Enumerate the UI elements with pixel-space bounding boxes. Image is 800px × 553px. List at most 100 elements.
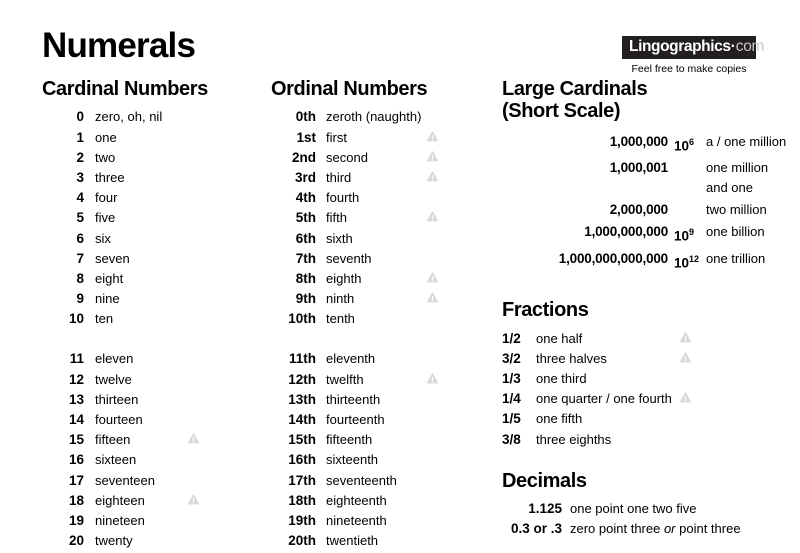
numeral-word: second <box>326 149 368 165</box>
numeral-figure: 20th <box>288 533 316 549</box>
large-cardinal-row: 1,000,000,000 109 one billion <box>502 222 792 247</box>
large-cardinals-heading-line2: (Short Scale) <box>502 100 621 123</box>
numeral-row: 18th eighteenth <box>271 493 499 513</box>
numeral-word: sixteenth <box>326 452 379 468</box>
numeral-word: twelfth <box>326 371 364 387</box>
large-cardinal-figure: 1,000,000,000,000 <box>558 250 668 266</box>
audio-warning-triangle-icon[interactable] <box>426 150 439 162</box>
decimal-figure: 0.3 or .3 <box>510 521 562 537</box>
audio-warning-triangle-icon[interactable] <box>426 130 439 142</box>
audio-warning-triangle-icon[interactable] <box>679 351 692 363</box>
numeral-figure: 6 <box>76 230 84 246</box>
numeral-word: twentieth <box>326 533 379 549</box>
numeral-figure: 7 <box>76 250 84 266</box>
numeral-word: eighteenth <box>326 492 387 508</box>
audio-warning-triangle-icon[interactable] <box>426 170 439 182</box>
numeral-figure: 17 <box>68 472 84 488</box>
numeral-word: thirteen <box>95 391 139 407</box>
numeral-row: 11 eleven <box>42 351 267 371</box>
numeral-figure: 14 <box>68 412 84 428</box>
logo-box: Lingographics·com <box>622 36 764 59</box>
numeral-word: six <box>95 230 111 246</box>
large-cardinal-word: one trillion <box>706 250 766 266</box>
numeral-row: 14 fourteen <box>42 412 267 432</box>
numeral-row: 15 fifteen <box>42 432 267 452</box>
numeral-row: 10 ten <box>42 311 267 331</box>
numeral-word: four <box>95 190 118 206</box>
numeral-figure: 4 <box>76 190 84 206</box>
numeral-figure: 8th <box>295 270 316 286</box>
numeral-row: 5 five <box>42 210 267 230</box>
numeral-figure: 12 <box>68 371 84 387</box>
audio-warning-triangle-icon[interactable] <box>187 432 200 444</box>
fractions-section-spacer <box>502 275 792 299</box>
numeral-figure: 19 <box>68 512 84 528</box>
numeral-word: seventeenth <box>326 472 397 488</box>
audio-warning-triangle-icon[interactable] <box>679 391 692 403</box>
decimal-row: 1.125 one point one two five <box>502 501 792 521</box>
numeral-row: 20th twentieth <box>271 533 499 553</box>
audio-warning-triangle-icon[interactable] <box>187 493 200 505</box>
decimal-figure: 1.125 <box>528 501 562 517</box>
fraction-word: one fifth <box>536 411 583 427</box>
numeral-row: 3rd third <box>271 170 499 190</box>
large-cardinals-rows: 1,000,000 106 a / one million 1,000,001 one … <box>502 132 792 274</box>
large-cardinal-word: a / one million <box>706 133 787 149</box>
cardinal-group-divider <box>42 331 267 351</box>
decimal-row: 0.3 or .3 zero point three or point three <box>502 521 792 541</box>
logo-name: Lingographics <box>629 38 731 55</box>
ordinal-rows-group-b: 11th eleventh 12th twelfth 13th thirteenth 14t… <box>271 351 499 553</box>
audio-warning-triangle-icon[interactable] <box>426 271 439 283</box>
numeral-row: 18 eighteen <box>42 493 267 513</box>
numeral-figure: 16th <box>288 452 316 468</box>
numeral-figure: 13 <box>68 391 84 407</box>
numeral-row: 9 nine <box>42 291 267 311</box>
decimal-word: one point one two five <box>570 501 697 517</box>
numeral-word: eight <box>95 270 124 286</box>
fractions-heading: Fractions <box>502 299 589 322</box>
numeral-word: fifteen <box>95 432 131 448</box>
large-cardinal-word: one million and one <box>706 160 769 196</box>
numeral-row: 2 two <box>42 150 267 170</box>
numeral-word: sixteen <box>95 452 137 468</box>
fraction-figure: 1/3 <box>502 371 521 387</box>
numeral-figure: 20 <box>68 533 84 549</box>
numeral-row: 16th sixteenth <box>271 452 499 472</box>
numeral-word: five <box>95 210 116 226</box>
numeral-figure: 3rd <box>294 169 316 185</box>
numeral-figure: 14th <box>288 412 316 428</box>
numeral-word: ninth <box>326 291 355 307</box>
fraction-row: 1/2 one half <box>502 331 792 351</box>
numeral-row: 17 seventeen <box>42 473 267 493</box>
numeral-figure: 16 <box>68 452 84 468</box>
numeral-row: 13 thirteen <box>42 392 267 412</box>
numeral-figure: 11 <box>69 351 84 367</box>
numeral-word: fourteen <box>95 412 143 428</box>
fraction-word: one third <box>536 371 587 387</box>
numeral-row: 6th sixth <box>271 231 499 251</box>
cardinal-rows-group-a: 0 zero, oh, nil 1 one 2 two 3 three 4 four 5 five 6 s… <box>42 109 267 331</box>
large-cardinal-figure: 1,000,000 <box>609 133 668 149</box>
large-cardinal-row: 1,000,000,000,000 1012 one trillion <box>502 249 792 274</box>
numeral-row: 17th seventeenth <box>271 473 499 493</box>
audio-warning-triangle-icon[interactable] <box>426 291 439 303</box>
audio-warning-triangle-icon[interactable] <box>679 331 692 343</box>
numeral-word: eighth <box>326 270 362 286</box>
numeral-row: 10th tenth <box>271 311 499 331</box>
numeral-row: 7th seventh <box>271 251 499 271</box>
numeral-word: tenth <box>326 311 355 327</box>
large-cardinal-row: 2,000,000 two million <box>502 200 792 220</box>
numeral-row: 3 three <box>42 170 267 190</box>
audio-warning-triangle-icon[interactable] <box>426 372 439 384</box>
numeral-figure: 2nd <box>291 149 316 165</box>
large-cardinal-figure: 1,000,001 <box>609 160 668 176</box>
fraction-word: three eighths <box>536 431 612 447</box>
fraction-row: 1/3 one third <box>502 371 792 391</box>
numeral-row: 8 eight <box>42 271 267 291</box>
audio-warning-triangle-icon[interactable] <box>426 210 439 222</box>
numeral-figure: 17th <box>288 472 316 488</box>
numeral-word: nineteenth <box>326 512 387 528</box>
right-column: Large Cardinals (Short Scale) 1,000,000 1… <box>502 78 792 542</box>
numeral-word: ten <box>95 311 114 327</box>
large-cardinal-figure: 2,000,000 <box>609 202 668 218</box>
